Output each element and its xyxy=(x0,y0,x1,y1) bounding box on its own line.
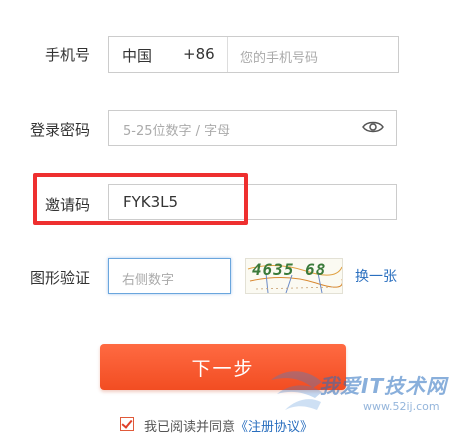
captcha-label: 图形验证 xyxy=(29,269,90,287)
country-select[interactable]: 中国 xyxy=(122,45,152,66)
agree-checkbox[interactable] xyxy=(120,417,134,431)
password-field[interactable]: 5-25位数字 / 字母 xyxy=(108,110,397,146)
password-label: 登录密码 xyxy=(29,121,90,139)
next-step-button[interactable]: 下一步 xyxy=(100,344,346,390)
watermark-url: www.52ij.com xyxy=(363,400,440,413)
agreement-text: 我已阅读并同意《注册协议》 xyxy=(144,416,313,435)
agreement-prefix: 我已阅读并同意 xyxy=(144,420,236,435)
phone-field[interactable]: 中国 +86 您的手机号码 xyxy=(108,36,399,73)
captcha-field[interactable]: 右侧数字 xyxy=(108,258,231,294)
eye-icon[interactable] xyxy=(362,120,384,134)
country-code: +86 xyxy=(183,45,215,63)
refresh-captcha-link[interactable]: 换一张 xyxy=(355,266,397,286)
agreement-link[interactable]: 《注册协议》 xyxy=(235,420,313,435)
phone-label: 手机号 xyxy=(44,46,90,64)
phone-input[interactable]: 您的手机号码 xyxy=(240,47,318,66)
invite-highlight-box xyxy=(33,173,248,225)
phone-divider xyxy=(227,37,228,72)
password-input[interactable]: 5-25位数字 / 字母 xyxy=(123,120,230,139)
captcha-text: 4635 68 xyxy=(252,260,327,279)
captcha-image[interactable]: 4635 68 xyxy=(245,258,343,294)
captcha-input[interactable]: 右侧数字 xyxy=(122,269,174,288)
